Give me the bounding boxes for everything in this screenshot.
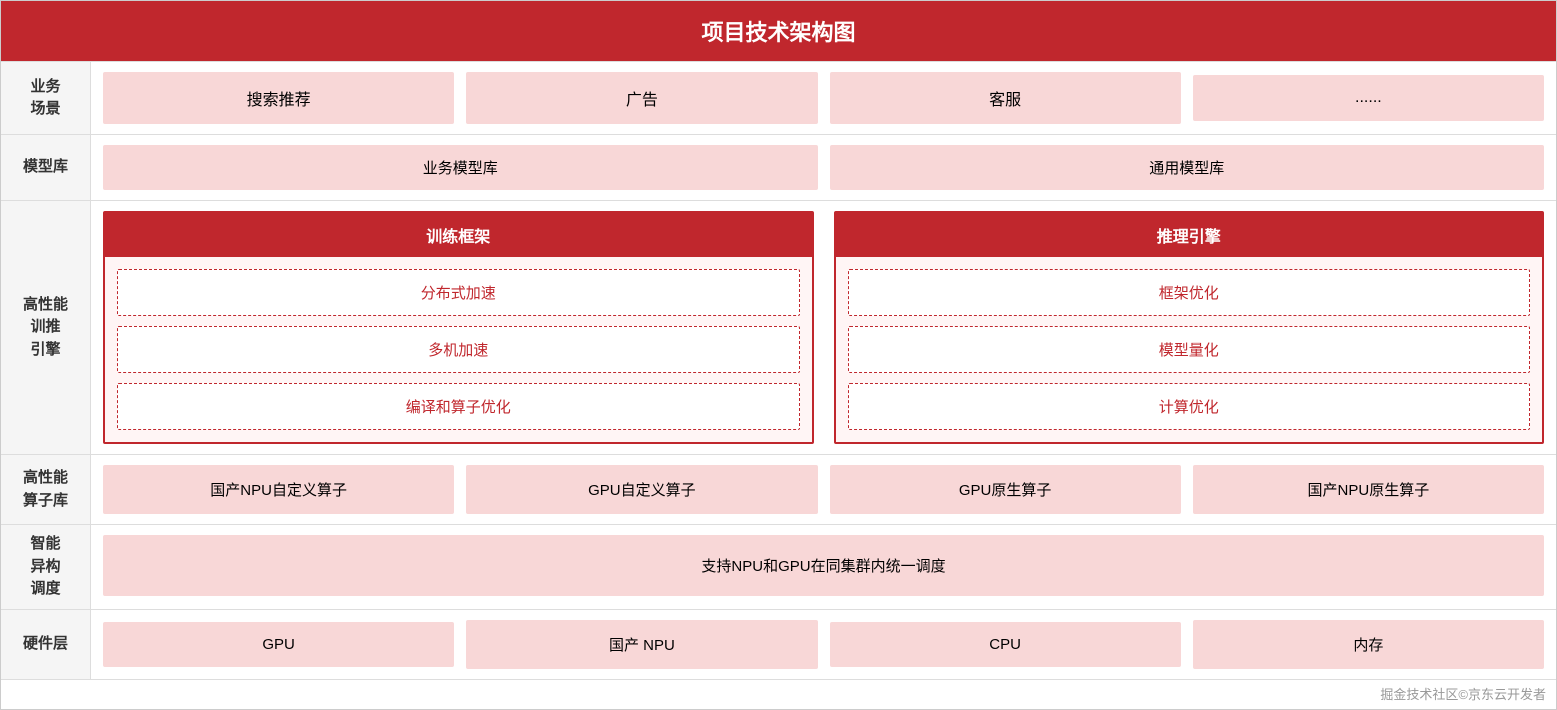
train-sub-2: 编译和算子优化 <box>117 383 800 430</box>
engine-header-infer: 推理引擎 <box>836 213 1543 257</box>
main-title: 项目技术架构图 <box>701 20 855 45</box>
label-engine: 高性能训推引擎 <box>1 201 91 455</box>
content-engine: 训练框架 分布式加速 多机加速 编译和算子优化 推理引擎 框架优化 模型量化 计… <box>91 201 1556 455</box>
diagram: 项目技术架构图 业务场景 搜索推荐 广告 客服 ...... 模型库 业务模型库… <box>0 0 1557 710</box>
content-compute: 国产NPU自定义算子 GPU自定义算子 GPU原生算子 国产NPU原生算子 <box>91 455 1556 525</box>
schedule-item-0: 支持NPU和GPU在同集群内统一调度 <box>103 535 1544 596</box>
engine-body-infer: 框架优化 模型量化 计算优化 <box>836 257 1543 442</box>
engine-block-train: 训练框架 分布式加速 多机加速 编译和算子优化 <box>103 211 814 444</box>
watermark: 掘金技术社区©京东云开发者 <box>1 680 1556 709</box>
infer-sub-0: 框架优化 <box>848 269 1531 316</box>
engine-row: 训练框架 分布式加速 多机加速 编译和算子优化 推理引擎 框架优化 模型量化 计… <box>103 211 1544 444</box>
hw-item-0: GPU <box>103 622 454 667</box>
infer-sub-1: 模型量化 <box>848 326 1531 373</box>
label-hw: 硬件层 <box>1 610 91 680</box>
biz-item-2: 客服 <box>830 72 1181 124</box>
infer-sub-2: 计算优化 <box>848 383 1531 430</box>
label-schedule: 智能异构调度 <box>1 525 91 610</box>
compute-item-0: 国产NPU自定义算子 <box>103 465 454 514</box>
train-sub-1: 多机加速 <box>117 326 800 373</box>
engine-header-train: 训练框架 <box>105 213 812 257</box>
biz-item-3: ...... <box>1193 75 1544 121</box>
compute-item-1: GPU自定义算子 <box>466 465 817 514</box>
train-sub-0: 分布式加速 <box>117 269 800 316</box>
content-biz: 搜索推荐 广告 客服 ...... <box>91 62 1556 135</box>
label-model: 模型库 <box>1 135 91 201</box>
engine-body-train: 分布式加速 多机加速 编译和算子优化 <box>105 257 812 442</box>
model-item-1: 通用模型库 <box>830 145 1545 190</box>
schedule-row: 支持NPU和GPU在同集群内统一调度 <box>103 535 1544 596</box>
label-biz: 业务场景 <box>1 62 91 135</box>
compute-item-2: GPU原生算子 <box>830 465 1181 514</box>
hw-item-2: CPU <box>830 622 1181 667</box>
content-schedule: 支持NPU和GPU在同集群内统一调度 <box>91 525 1556 610</box>
hw-item-1: 国产 NPU <box>466 620 817 669</box>
biz-item-0: 搜索推荐 <box>103 72 454 124</box>
main-grid: 业务场景 搜索推荐 广告 客服 ...... 模型库 业务模型库 通用模型库 高… <box>1 61 1556 680</box>
content-model: 业务模型库 通用模型库 <box>91 135 1556 201</box>
compute-item-3: 国产NPU原生算子 <box>1193 465 1544 514</box>
title-bar: 项目技术架构图 <box>1 1 1556 61</box>
model-item-0: 业务模型库 <box>103 145 818 190</box>
content-hw: GPU 国产 NPU CPU 内存 <box>91 610 1556 680</box>
biz-row: 搜索推荐 广告 客服 ...... <box>103 72 1544 124</box>
hw-row: GPU 国产 NPU CPU 内存 <box>103 620 1544 669</box>
hw-item-3: 内存 <box>1193 620 1544 669</box>
label-compute: 高性能算子库 <box>1 455 91 525</box>
biz-item-1: 广告 <box>466 72 817 124</box>
compute-row: 国产NPU自定义算子 GPU自定义算子 GPU原生算子 国产NPU原生算子 <box>103 465 1544 514</box>
model-row: 业务模型库 通用模型库 <box>103 145 1544 190</box>
engine-block-infer: 推理引擎 框架优化 模型量化 计算优化 <box>834 211 1545 444</box>
